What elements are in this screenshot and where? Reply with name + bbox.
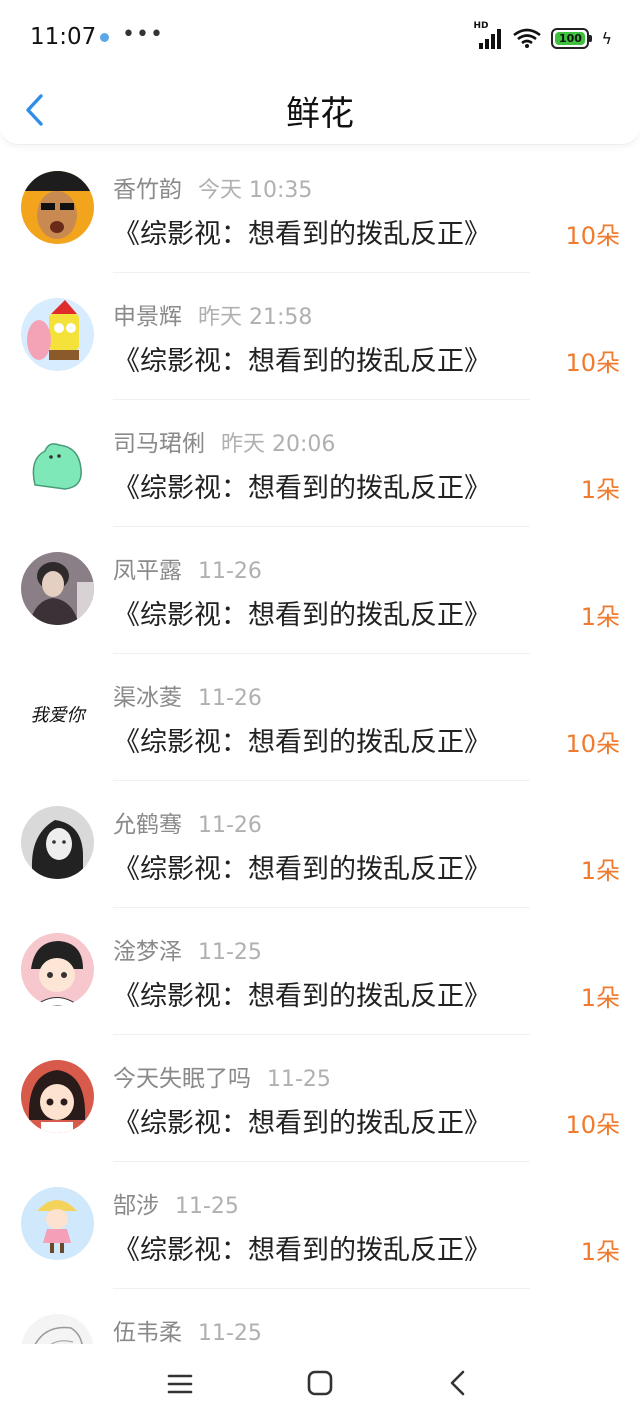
- list-item[interactable]: 允鹤骞 11-26 《综影视：想看到的拨乱反正》 1朵: [0, 781, 640, 908]
- nav-back-icon[interactable]: [440, 1368, 476, 1400]
- network-type-label: HD: [473, 21, 489, 31]
- list-item[interactable]: 郜涉 11-25 《综影视：想看到的拨乱反正》 1朵: [0, 1162, 640, 1289]
- user-name: 郜涉: [113, 1193, 159, 1219]
- user-name: 淦梦泽: [113, 939, 182, 965]
- system-nav-bar: [0, 1344, 640, 1422]
- status-icons: HD 100 ϟ: [473, 21, 612, 54]
- flower-count: 10朵: [565, 1111, 620, 1139]
- user-name: 伍韦柔: [113, 1320, 182, 1344]
- user-name: 凤平露: [113, 558, 182, 584]
- flower-count: 1朵: [580, 857, 620, 885]
- timestamp: 11-25: [175, 1194, 239, 1219]
- work-title[interactable]: 《综影视：想看到的拨乱反正》: [113, 1101, 491, 1140]
- list-item[interactable]: 淦梦泽 11-25 《综影视：想看到的拨乱反正》 1朵: [0, 908, 640, 1035]
- user-name: 香竹韵: [113, 177, 182, 203]
- timestamp: 11-25: [198, 1321, 262, 1344]
- list-item[interactable]: 我爱你 渠冰菱 11-26 《综影视：想看到的拨乱反正》 10朵: [0, 654, 640, 781]
- work-title[interactable]: 《综影视：想看到的拨乱反正》: [113, 466, 491, 505]
- work-title[interactable]: 《综影视：想看到的拨乱反正》: [113, 593, 491, 632]
- flower-count: 1朵: [580, 1238, 620, 1266]
- work-title[interactable]: 《综影视：想看到的拨乱反正》: [113, 720, 491, 759]
- avatar[interactable]: [21, 933, 94, 1006]
- work-title[interactable]: 《综影视：想看到的拨乱反正》: [113, 212, 491, 251]
- wifi-icon: [513, 28, 542, 48]
- flower-count: 10朵: [565, 349, 620, 377]
- flower-count: 1朵: [580, 984, 620, 1012]
- menu-icon[interactable]: [162, 1368, 198, 1400]
- battery-icon: 100: [551, 27, 593, 49]
- page-title: 鲜花: [286, 94, 354, 134]
- avatar-handwriting: 我爱你: [30, 705, 85, 726]
- timestamp: 11-26: [198, 813, 262, 838]
- user-name: 司马珺俐: [113, 431, 205, 457]
- avatar[interactable]: [21, 552, 94, 625]
- home-icon[interactable]: [302, 1368, 338, 1400]
- status-time: 11:07: [30, 24, 97, 50]
- list-item[interactable]: 伍韦柔 11-25: [0, 1289, 640, 1344]
- user-name: 申景辉: [113, 304, 182, 330]
- timestamp: 昨天 21:58: [198, 305, 313, 330]
- user-name: 允鹤骞: [113, 812, 182, 838]
- user-name: 渠冰菱: [113, 685, 182, 711]
- avatar[interactable]: [21, 298, 94, 371]
- list-item[interactable]: 凤平露 11-26 《综影视：想看到的拨乱反正》 1朵: [0, 527, 640, 654]
- avatar[interactable]: [21, 425, 94, 498]
- flower-count: 1朵: [580, 603, 620, 631]
- timestamp: 11-25: [198, 940, 262, 965]
- avatar[interactable]: [21, 1187, 94, 1260]
- avatar[interactable]: [21, 1314, 94, 1344]
- work-title[interactable]: 《综影视：想看到的拨乱反正》: [113, 847, 491, 886]
- flower-count: 1朵: [580, 476, 620, 504]
- avatar[interactable]: 我爱你: [21, 679, 94, 752]
- signal-icon: HD: [473, 21, 503, 49]
- work-title[interactable]: 《综影视：想看到的拨乱反正》: [113, 974, 491, 1013]
- charging-icon: ϟ: [601, 28, 612, 48]
- flower-list: 香竹韵 今天 10:35 《综影视：想看到的拨乱反正》 10朵 申景辉 昨天 21:…: [0, 146, 640, 1344]
- timestamp: 今天 10:35: [198, 178, 313, 203]
- avatar[interactable]: [21, 806, 94, 879]
- list-item[interactable]: 今天失眠了吗 11-25 《综影视：想看到的拨乱反正》 10朵: [0, 1035, 640, 1162]
- timestamp: 11-26: [198, 559, 262, 584]
- work-title[interactable]: 《综影视：想看到的拨乱反正》: [113, 339, 491, 378]
- timestamp: 昨天 20:06: [221, 432, 336, 457]
- status-bar: 11:07 ••• HD 100 ϟ: [0, 0, 640, 76]
- timestamp: 11-26: [198, 686, 262, 711]
- notification-dot-icon: [100, 33, 109, 42]
- list-item[interactable]: 香竹韵 今天 10:35 《综影视：想看到的拨乱反正》 10朵: [0, 146, 640, 273]
- avatar[interactable]: [21, 171, 94, 244]
- flower-count: 10朵: [565, 730, 620, 758]
- list-item[interactable]: 司马珺俐 昨天 20:06 《综影视：想看到的拨乱反正》 1朵: [0, 400, 640, 527]
- user-name: 今天失眠了吗: [113, 1066, 251, 1092]
- avatar[interactable]: [21, 1060, 94, 1133]
- more-notifications-icon: •••: [122, 22, 164, 47]
- timestamp: 11-25: [267, 1067, 331, 1092]
- battery-level: 100: [555, 31, 586, 45]
- work-title[interactable]: 《综影视：想看到的拨乱反正》: [113, 1228, 491, 1267]
- list-item[interactable]: 申景辉 昨天 21:58 《综影视：想看到的拨乱反正》 10朵: [0, 273, 640, 400]
- title-bar: 鲜花: [0, 76, 640, 145]
- flower-count: 10朵: [565, 222, 620, 250]
